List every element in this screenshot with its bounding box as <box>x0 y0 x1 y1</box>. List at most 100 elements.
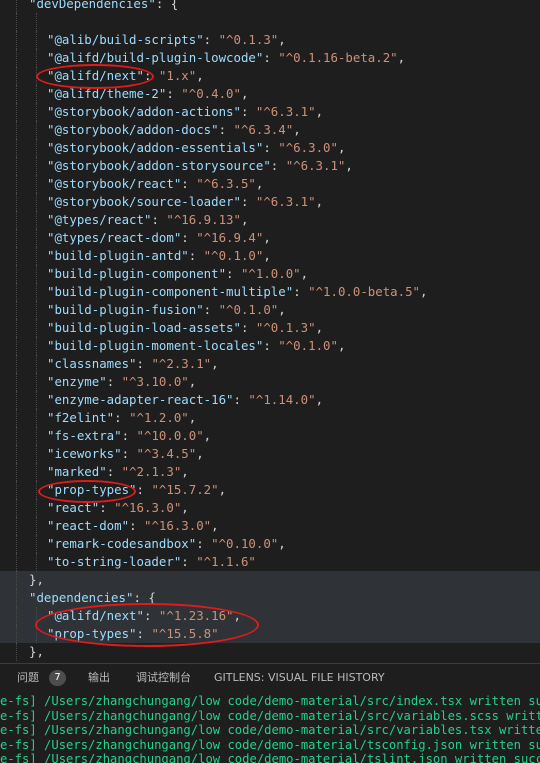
indent-guide <box>36 427 37 445</box>
json-punctuation: , <box>211 518 219 533</box>
code-line-entry: "@storybook/source-loader": "^6.3.1", <box>0 193 540 211</box>
json-string-value: "^10.0.0" <box>136 428 204 443</box>
json-key: "build-plugin-component-multiple" <box>47 284 294 299</box>
indent-guide <box>16 319 17 337</box>
json-punctuation: , <box>255 176 264 191</box>
tab-problems-label: 问题 <box>17 671 39 684</box>
indent-guide <box>16 499 17 517</box>
code-line-entry: "enzyme": "^3.10.0", <box>0 373 540 391</box>
json-key: "@alib/build-scripts" <box>47 32 204 47</box>
indent-guide <box>36 463 37 481</box>
indent-guide <box>16 625 17 643</box>
tab-debug-console-label: 调试控制台 <box>136 671 191 684</box>
json-string-value: "1.x" <box>158 68 197 83</box>
indent-guide <box>36 283 37 301</box>
code-line-entry: "build-plugin-load-assets": "^0.1.3", <box>0 319 540 337</box>
json-punctuation: , <box>233 608 241 623</box>
json-key: "@storybook/addon-essentials" <box>47 140 264 155</box>
indent-guide <box>36 229 37 247</box>
code-line-entry: "f2elint": "^1.2.0", <box>0 409 540 427</box>
terminal-line: e-fs] /Users/zhangchungang/low code/demo… <box>0 737 540 752</box>
json-key: "@alifd/theme-2" <box>47 86 167 101</box>
indent-guide <box>16 589 17 607</box>
indent-guide <box>36 535 37 553</box>
terminal-output[interactable]: e-fs] /Users/zhangchungang/low code/demo… <box>0 691 540 763</box>
code-line-entry: "build-plugin-antd": "^0.1.0", <box>0 247 540 265</box>
indent-guide <box>16 391 17 409</box>
indent-guide <box>16 193 17 211</box>
indent-guide <box>16 643 17 661</box>
json-key: "build-plugin-moment-locales" <box>47 338 264 353</box>
json-string-value: "^0.1.0" <box>203 248 264 263</box>
code-line-entry: "enzyme-adapter-react-16": "^1.14.0", <box>0 391 540 409</box>
tab-output-label: 输出 <box>88 671 110 684</box>
json-key: "enzyme-adapter-react-16" <box>47 392 234 407</box>
json-punctuation: , <box>263 248 271 263</box>
indent-guide <box>16 553 17 571</box>
code-line-dependencies: "dependencies": { <box>0 589 540 607</box>
json-string-value: "^1.1.6" <box>196 554 256 569</box>
indent-guide <box>36 499 37 517</box>
indent-guide <box>36 301 37 319</box>
json-string-value: "^1.23.16" <box>158 608 234 623</box>
indent-guide <box>36 625 37 643</box>
indent-guide <box>36 49 37 67</box>
indent-guide <box>36 31 37 49</box>
terminal-line: e-fs] /Users/zhangchungang/low code/demo… <box>0 752 540 763</box>
json-key: "iceworks" <box>47 446 122 461</box>
indent-guide <box>16 211 17 229</box>
code-line-entry: "@storybook/addon-docs": "^6.3.4", <box>0 121 540 139</box>
json-string-value: "^0.1.0" <box>218 302 279 317</box>
indent-guide <box>36 247 37 265</box>
json-key: "@types/react" <box>47 212 152 227</box>
json-string-value: "^16.9.4" <box>196 230 264 245</box>
indent-guide <box>16 265 17 283</box>
indent-guide <box>16 355 17 373</box>
indent-guide <box>36 391 37 409</box>
tab-problems[interactable]: 问题 <box>17 664 39 692</box>
json-string-value: "^0.10.0" <box>211 536 279 551</box>
json-string-value: "^0.1.16-beta.2" <box>278 50 398 65</box>
json-key: "to-string-loader" <box>47 554 182 569</box>
code-line-entry: "@storybook/addon-storysource": "^6.3.1"… <box>0 157 540 175</box>
json-punctuation: , <box>278 536 286 551</box>
indent-guide <box>36 553 37 571</box>
indent-guide <box>16 481 17 499</box>
json-punctuation: , <box>315 320 324 335</box>
tab-gitlens-visual-file-history[interactable]: GITLENS: VISUAL FILE HISTORY <box>214 664 385 692</box>
code-line-entry: "build-plugin-component-multiple": "^1.0… <box>0 283 540 301</box>
indent-guide <box>36 121 37 139</box>
indent-guide <box>16 373 17 391</box>
code-line-entry: "@alifd/build-plugin-lowcode": "^0.1.16-… <box>0 49 540 67</box>
json-punctuation: , <box>240 212 249 227</box>
code-line-entry: "@alifd/next": "^1.23.16", <box>0 607 540 625</box>
json-key: "@alifd/build-plugin-lowcode" <box>47 50 264 65</box>
indent-guide <box>16 427 17 445</box>
tab-output[interactable]: 输出 <box>88 664 110 692</box>
terminal-line: e-fs] /Users/zhangchungang/low code/demo… <box>0 723 540 737</box>
indent-guide <box>36 337 37 355</box>
json-punctuation: , <box>420 284 428 299</box>
json-punctuation: , <box>337 140 346 155</box>
json-punctuation: , <box>397 50 406 65</box>
json-string-value: "^3.10.0" <box>121 374 189 389</box>
code-line-entry: "react-dom": "^16.3.0", <box>0 517 540 535</box>
code-line-dev-dependencies: "devDependencies": { <box>0 0 540 13</box>
code-line-entry: "@storybook/addon-essentials": "^6.3.0", <box>0 139 540 157</box>
json-string-value: "^16.9.13" <box>166 212 241 227</box>
json-key: "remark-codesandbox" <box>47 536 197 551</box>
terminal-line: e-fs] /Users/zhangchungang/low code/demo… <box>0 708 540 723</box>
json-punctuation: , <box>278 302 286 317</box>
json-punctuation: , <box>337 338 346 353</box>
json-string-value: "^6.3.4" <box>233 122 294 137</box>
tab-debug-console[interactable]: 调试控制台 <box>136 664 191 692</box>
code-line-close: }, <box>0 643 540 661</box>
code-line-entry: "build-plugin-component": "^1.0.0", <box>0 265 540 283</box>
indent-guide <box>36 85 37 103</box>
json-key: "enzyme" <box>47 374 107 389</box>
code-editor[interactable]: "devDependencies": { "@alib/build-scripts… <box>0 0 540 663</box>
json-string-value: "^0.1.0" <box>278 338 338 353</box>
problems-count-badge: 7 <box>49 670 66 686</box>
json-string-value: "^16.3.0" <box>114 500 182 515</box>
json-string-value: "^0.4.0" <box>181 86 241 101</box>
